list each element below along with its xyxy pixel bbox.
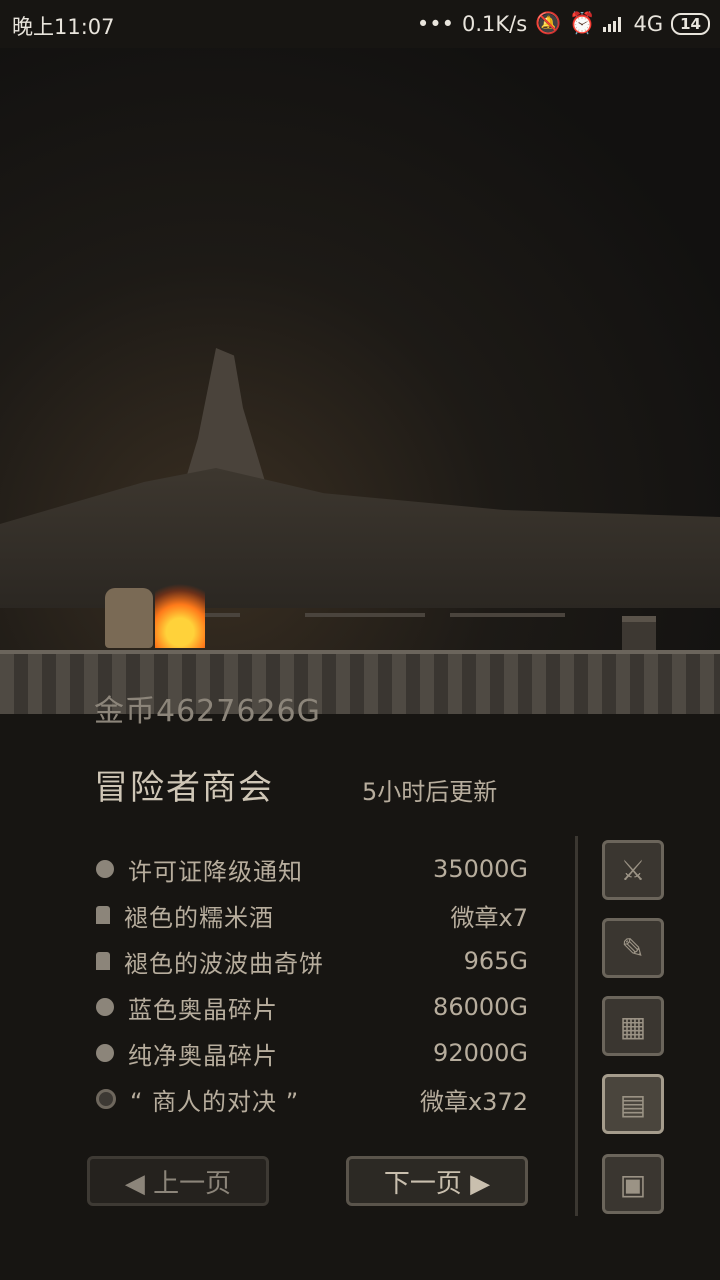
orb-icon [96, 1044, 114, 1062]
next-page-button[interactable]: 下一页 ▶ [346, 1156, 528, 1206]
documents-icon: ▤ [619, 1087, 647, 1121]
battle-menu-button[interactable]: ⚔ [602, 840, 664, 900]
cup-icon [96, 952, 110, 970]
item-price: 微章x7 [450, 903, 528, 932]
net-speed: 0.1K/s [461, 11, 528, 36]
divider [575, 836, 578, 1216]
quill-paper-icon: ✎ [621, 931, 645, 965]
hill [0, 468, 720, 608]
system-menu-button[interactable]: ▣ [602, 1154, 664, 1214]
alarm-icon: ⏰ [569, 11, 596, 35]
item-price: 965G [463, 947, 528, 975]
shop-item[interactable]: “ 商人的对决 ” 微章x372 [94, 1076, 528, 1122]
quest-menu-button[interactable]: ✎ [602, 918, 664, 978]
status-right: ••• 0.1K/s 🔕 ⏰ 4G 14 [417, 11, 710, 36]
network-type: 4G [633, 11, 664, 36]
item-name: 褪色的波波曲奇饼 [124, 949, 324, 978]
orb-icon [96, 998, 114, 1016]
item-price: 35000G [433, 855, 528, 883]
status-bar: 晚上11:07 ••• 0.1K/s 🔕 ⏰ 4G 14 [0, 0, 720, 48]
shop-menu-button[interactable]: ▤ [602, 1074, 664, 1134]
orb-icon [96, 860, 114, 878]
shop-item[interactable]: 褪色的糯米酒 微章x7 [94, 892, 528, 938]
campfire [155, 568, 205, 648]
shop-title: 冒险者商会 [94, 768, 274, 808]
more-dots-icon: ••• [416, 11, 454, 36]
item-price: 92000G [433, 1039, 528, 1067]
map-menu-button[interactable]: ▦ [602, 996, 664, 1056]
computer-icon: ▣ [619, 1167, 647, 1201]
gold-counter: 金币4627626G [94, 694, 321, 729]
item-name: 蓝色奥晶碎片 [128, 995, 278, 1024]
shop-item[interactable]: 褪色的波波曲奇饼 965G [94, 938, 528, 984]
shop-item-list: 许可证降级通知 35000G 褪色的糯米酒 微章x7 褪色的波波曲奇饼 965G… [94, 846, 528, 1122]
signal-icon [603, 16, 625, 32]
item-price: 微章x372 [419, 1087, 528, 1116]
item-name: “ 商人的对决 ” [130, 1087, 300, 1116]
player-character[interactable] [105, 588, 153, 648]
shop-item[interactable]: 纯净奥晶碎片 92000G [94, 1030, 528, 1076]
game-scene [0, 48, 720, 714]
item-name: 纯净奥晶碎片 [128, 1041, 278, 1070]
crossed-swords-icon: ⚔ [620, 853, 646, 887]
item-name: 许可证降级通知 [128, 857, 303, 886]
refresh-timer: 5小时后更新 [362, 778, 498, 806]
item-name: 褪色的糯米酒 [124, 903, 274, 932]
cup-icon [96, 906, 110, 924]
battery-icon: 14 [671, 12, 710, 35]
coin-icon [96, 1089, 116, 1109]
item-price: 86000G [433, 993, 528, 1021]
shop-item[interactable]: 许可证降级通知 35000G [94, 846, 528, 892]
prev-page-button[interactable]: ◀ 上一页 [87, 1156, 269, 1206]
status-time: 晚上11:07 [12, 15, 115, 39]
mute-icon: 🔕 [535, 11, 562, 35]
map-icon: ▦ [619, 1009, 647, 1043]
shop-item[interactable]: 蓝色奥晶碎片 86000G [94, 984, 528, 1030]
